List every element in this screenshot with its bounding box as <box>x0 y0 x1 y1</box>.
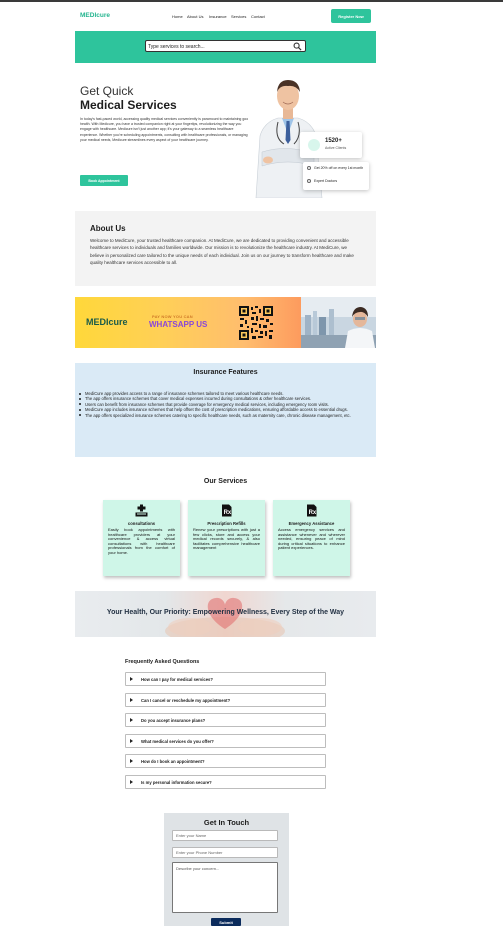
triangle-right-icon <box>130 780 133 784</box>
faq-question: What medical services do you offer? <box>141 738 214 744</box>
doctors-text: Expert Doctors <box>314 179 338 183</box>
register-button[interactable]: Register Now <box>331 9 371 23</box>
about-title: About Us <box>90 224 126 233</box>
service-description: Easily book appointments with healthcare… <box>108 527 175 555</box>
faq-item[interactable]: Is my personal information secure? <box>125 775 326 789</box>
clients-icon <box>308 139 320 151</box>
hero-title-line2: Medical Services <box>80 98 177 112</box>
nav-link-about[interactable]: About Us <box>187 14 203 19</box>
name-field[interactable] <box>172 830 278 841</box>
list-item: The app offers specialized insurance sch… <box>79 413 370 418</box>
faq-item[interactable]: What medical services do you offer? <box>125 734 326 748</box>
svg-text:Rx: Rx <box>224 510 232 516</box>
service-description: Access emergency services and assistance… <box>278 527 345 551</box>
contact-title: Get In Touch <box>203 818 250 827</box>
faq-question: Do you accept insurance plans? <box>141 717 206 723</box>
faq-item[interactable]: Can I cancel or reschedule my appointmen… <box>125 693 326 707</box>
services-title: Our Services <box>203 478 248 485</box>
service-description: Renew your prescriptions with just a few… <box>193 527 260 551</box>
faq-item[interactable]: How do I book an appointment? <box>125 754 326 768</box>
active-clients-label: Active Clients <box>325 146 347 150</box>
service-card-emergency[interactable]: Rx Emergency Assistance Access emergency… <box>273 500 350 576</box>
health-banner-title: Your Health, Our Priority: Empowering We… <box>106 609 345 616</box>
nav-link-insurance[interactable]: Insurance <box>209 14 227 19</box>
prescription-icon: Rx <box>222 504 232 517</box>
hero-title-line1: Get Quick <box>80 84 134 98</box>
faq-item[interactable]: Do you accept insurance plans? <box>125 713 326 727</box>
submit-button[interactable]: Submit <box>211 918 241 926</box>
nav-link-services[interactable]: Services <box>231 14 246 19</box>
service-title: Emergency Assistance <box>288 521 335 526</box>
faq-question: Is my personal information secure? <box>141 779 212 785</box>
qr-code-icon <box>239 306 273 340</box>
faq-item[interactable]: How can I pay for medical services? <box>125 672 326 686</box>
prescription-icon: Rx <box>307 504 317 517</box>
insurance-title: Insurance Features <box>193 369 258 376</box>
search-icon[interactable] <box>293 42 302 51</box>
service-card-prescription[interactable]: Rx Prescription Refills Renew your presc… <box>188 500 265 576</box>
offer-row: Get 20% off on every 1st month <box>307 166 368 170</box>
service-card-consultations[interactable]: consultations Easily book appointments w… <box>103 500 180 576</box>
about-text: Welcome to MediCure, your trusted health… <box>90 238 354 265</box>
triangle-right-icon <box>130 698 133 702</box>
faq-question: Can I cancel or reschedule my appointmen… <box>141 697 231 703</box>
triangle-right-icon <box>130 759 133 763</box>
bullet-icon <box>307 179 311 183</box>
insurance-list: MediCure app provides access to a range … <box>79 391 370 418</box>
bullet-icon <box>307 166 311 170</box>
faq-question: How can I pay for medical services? <box>141 676 213 682</box>
triangle-right-icon <box>130 739 133 743</box>
service-title: Prescription Refills <box>207 521 246 526</box>
triangle-right-icon <box>130 718 133 722</box>
search-bar[interactable] <box>145 40 306 52</box>
offer-text: Get 20% off on every 1st month <box>314 166 364 170</box>
book-appointment-button[interactable]: Book Appointment <box>80 175 128 186</box>
brand-logo[interactable]: MEDIcure <box>80 12 110 19</box>
hero-paragraph: In today's fast-paced world, accessing q… <box>80 117 251 142</box>
faq-question: How do I book an appointment? <box>141 758 205 764</box>
banner-brand: MEDIcure <box>86 317 128 327</box>
banner-subtitle: PAY NOW YOU CAN <box>152 314 193 319</box>
faq-title: Frequently Asked Questions <box>125 659 200 665</box>
nav-link-home[interactable]: Home <box>172 14 183 19</box>
lab-image <box>301 297 376 348</box>
active-clients-card: 1520+ Active Clients <box>300 132 362 158</box>
medical-kit-icon <box>135 504 148 517</box>
search-input[interactable] <box>148 42 288 51</box>
offer-card: Get 20% off on every 1st month Expert Do… <box>303 162 369 190</box>
nav-link-contact[interactable]: Contact <box>251 14 265 19</box>
active-clients-value: 1520+ <box>325 138 342 144</box>
concern-textarea[interactable] <box>172 862 278 913</box>
svg-text:Rx: Rx <box>309 510 317 516</box>
window-top-border <box>0 0 503 2</box>
service-title: consultations <box>127 521 156 526</box>
triangle-right-icon <box>130 677 133 681</box>
phone-field[interactable] <box>172 847 278 858</box>
whatsapp-cta[interactable]: WHATSAPP US <box>149 320 207 329</box>
doctors-row: Expert Doctors <box>307 179 337 183</box>
